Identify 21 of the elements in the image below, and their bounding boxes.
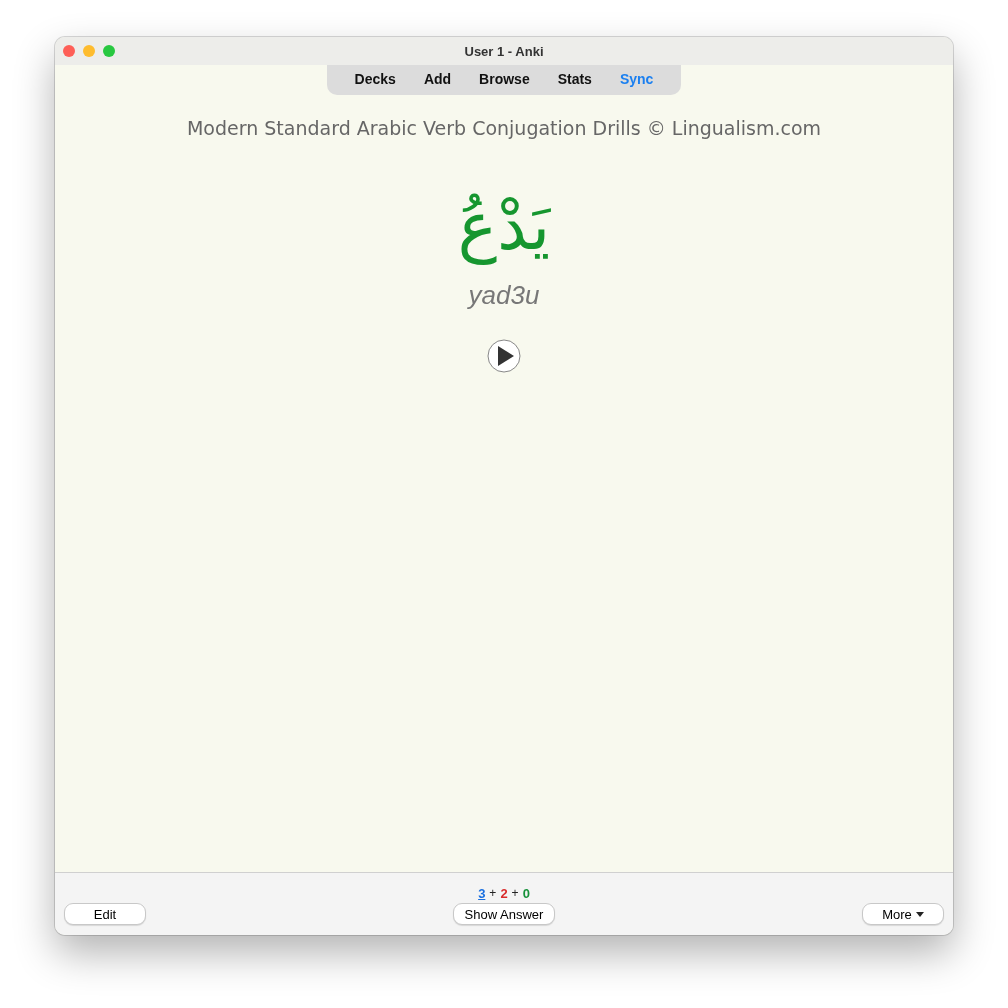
plus-sign: + bbox=[511, 886, 519, 901]
card-count: 0 bbox=[522, 886, 530, 901]
close-icon[interactable] bbox=[63, 45, 75, 57]
play-icon[interactable] bbox=[487, 338, 521, 373]
toolbar-tab[interactable]: Browse bbox=[465, 69, 544, 89]
card-count: 3 bbox=[478, 886, 486, 901]
caret-icon bbox=[915, 911, 924, 917]
show-answer-button[interactable]: Show Answer bbox=[453, 903, 555, 925]
more-button[interactable]: More bbox=[862, 903, 944, 925]
toolbar-tab[interactable]: Add bbox=[409, 69, 466, 89]
edit-button[interactable]: Edit bbox=[64, 903, 146, 925]
card-header: Modern Standard Arabic Verb Conjugation Drills © Lingualism.com bbox=[186, 117, 822, 139]
minimize-icon[interactable] bbox=[83, 45, 95, 57]
arabic-word: يَدْعُ bbox=[457, 191, 551, 264]
window-title: User 1 - Anki bbox=[464, 43, 544, 59]
toolbar-tab[interactable]: Decks bbox=[340, 69, 410, 89]
zoom-icon[interactable] bbox=[103, 45, 115, 57]
plus-sign: + bbox=[489, 886, 497, 901]
card-count: 2 bbox=[500, 886, 508, 901]
transliteration: yad3u bbox=[468, 279, 540, 311]
toolbar-tab[interactable]: Stats bbox=[543, 69, 606, 89]
